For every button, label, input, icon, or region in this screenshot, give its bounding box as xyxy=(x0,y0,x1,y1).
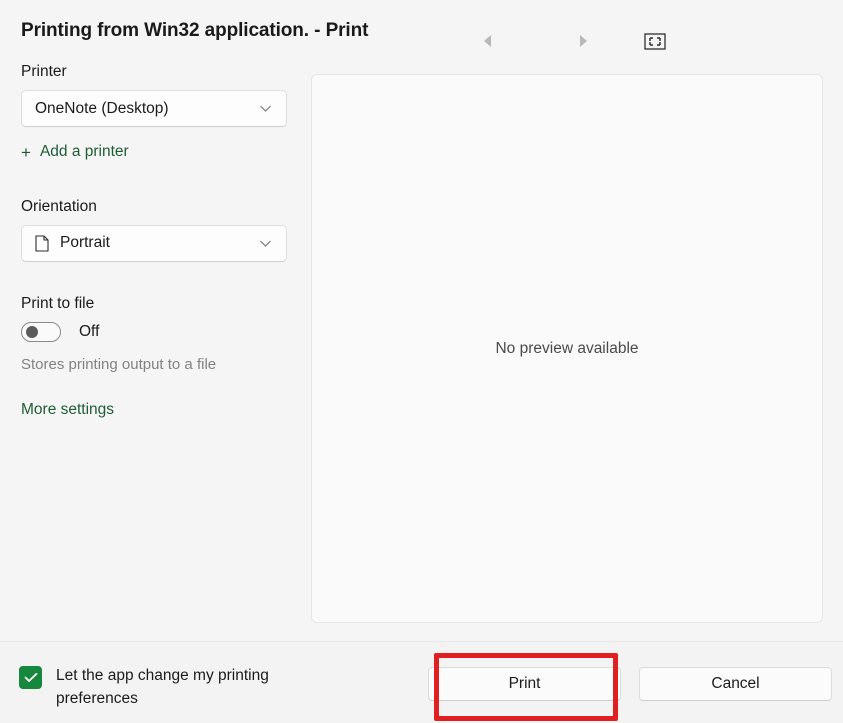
checkbox-box xyxy=(19,666,42,689)
add-a-printer-label: Add a printer xyxy=(40,143,129,161)
checkmark-icon xyxy=(24,672,38,683)
dialog-body: Printer OneNote (Desktop) + Add a printe… xyxy=(0,62,843,641)
fullscreen-expand-icon xyxy=(644,33,666,50)
orientation-selected-value: Portrait xyxy=(60,234,259,252)
print-to-file-toggle[interactable] xyxy=(21,322,61,342)
chevron-down-icon xyxy=(259,104,272,113)
add-a-printer-button[interactable]: + Add a printer xyxy=(21,143,129,161)
more-settings-link[interactable]: More settings xyxy=(21,401,114,419)
preview-empty-message: No preview available xyxy=(495,340,638,358)
chevron-down-icon xyxy=(259,239,272,248)
print-to-file-state: Off xyxy=(79,323,99,341)
footer-buttons: Print Cancel xyxy=(428,667,832,701)
toggle-knob xyxy=(26,326,38,338)
printer-label: Printer xyxy=(21,62,300,82)
triangle-right-icon xyxy=(580,35,587,47)
checkbox-label: Let the app change my printing preferenc… xyxy=(56,664,349,710)
printer-select[interactable]: OneNote (Desktop) xyxy=(21,90,287,127)
printer-selected-value: OneNote (Desktop) xyxy=(35,100,259,118)
print-dialog: Printing from Win32 application. - Print xyxy=(0,0,843,723)
next-page-button[interactable] xyxy=(564,28,602,54)
cancel-button[interactable]: Cancel xyxy=(639,667,832,701)
orientation-label: Orientation xyxy=(21,197,300,217)
print-preview-panel: No preview available xyxy=(311,74,823,623)
settings-pane: Printer OneNote (Desktop) + Add a printe… xyxy=(0,62,300,419)
previous-page-button[interactable] xyxy=(468,28,506,54)
triangle-left-icon xyxy=(484,35,491,47)
page-title: Printing from Win32 application. - Print xyxy=(21,20,368,42)
print-to-file-toggle-row: Off xyxy=(21,322,300,342)
printer-setting-group: Printer OneNote (Desktop) + Add a printe… xyxy=(21,62,300,163)
print-button[interactable]: Print xyxy=(428,667,621,701)
let-app-change-preferences-checkbox[interactable]: Let the app change my printing preferenc… xyxy=(19,664,349,710)
preview-navigation xyxy=(468,28,668,54)
fullscreen-preview-button[interactable] xyxy=(642,30,668,52)
dialog-footer: Let the app change my printing preferenc… xyxy=(0,641,843,723)
orientation-setting-group: Orientation Portrait xyxy=(21,197,300,262)
orientation-select[interactable]: Portrait xyxy=(21,225,287,262)
dialog-header: Printing from Win32 application. - Print xyxy=(0,0,843,62)
print-to-file-helper-text: Stores printing output to a file xyxy=(21,355,300,375)
print-to-file-label: Print to file xyxy=(21,294,300,314)
page-document-icon xyxy=(35,235,49,252)
plus-icon: + xyxy=(21,144,31,161)
print-to-file-setting-group: Print to file Off Stores printing output… xyxy=(21,294,300,375)
